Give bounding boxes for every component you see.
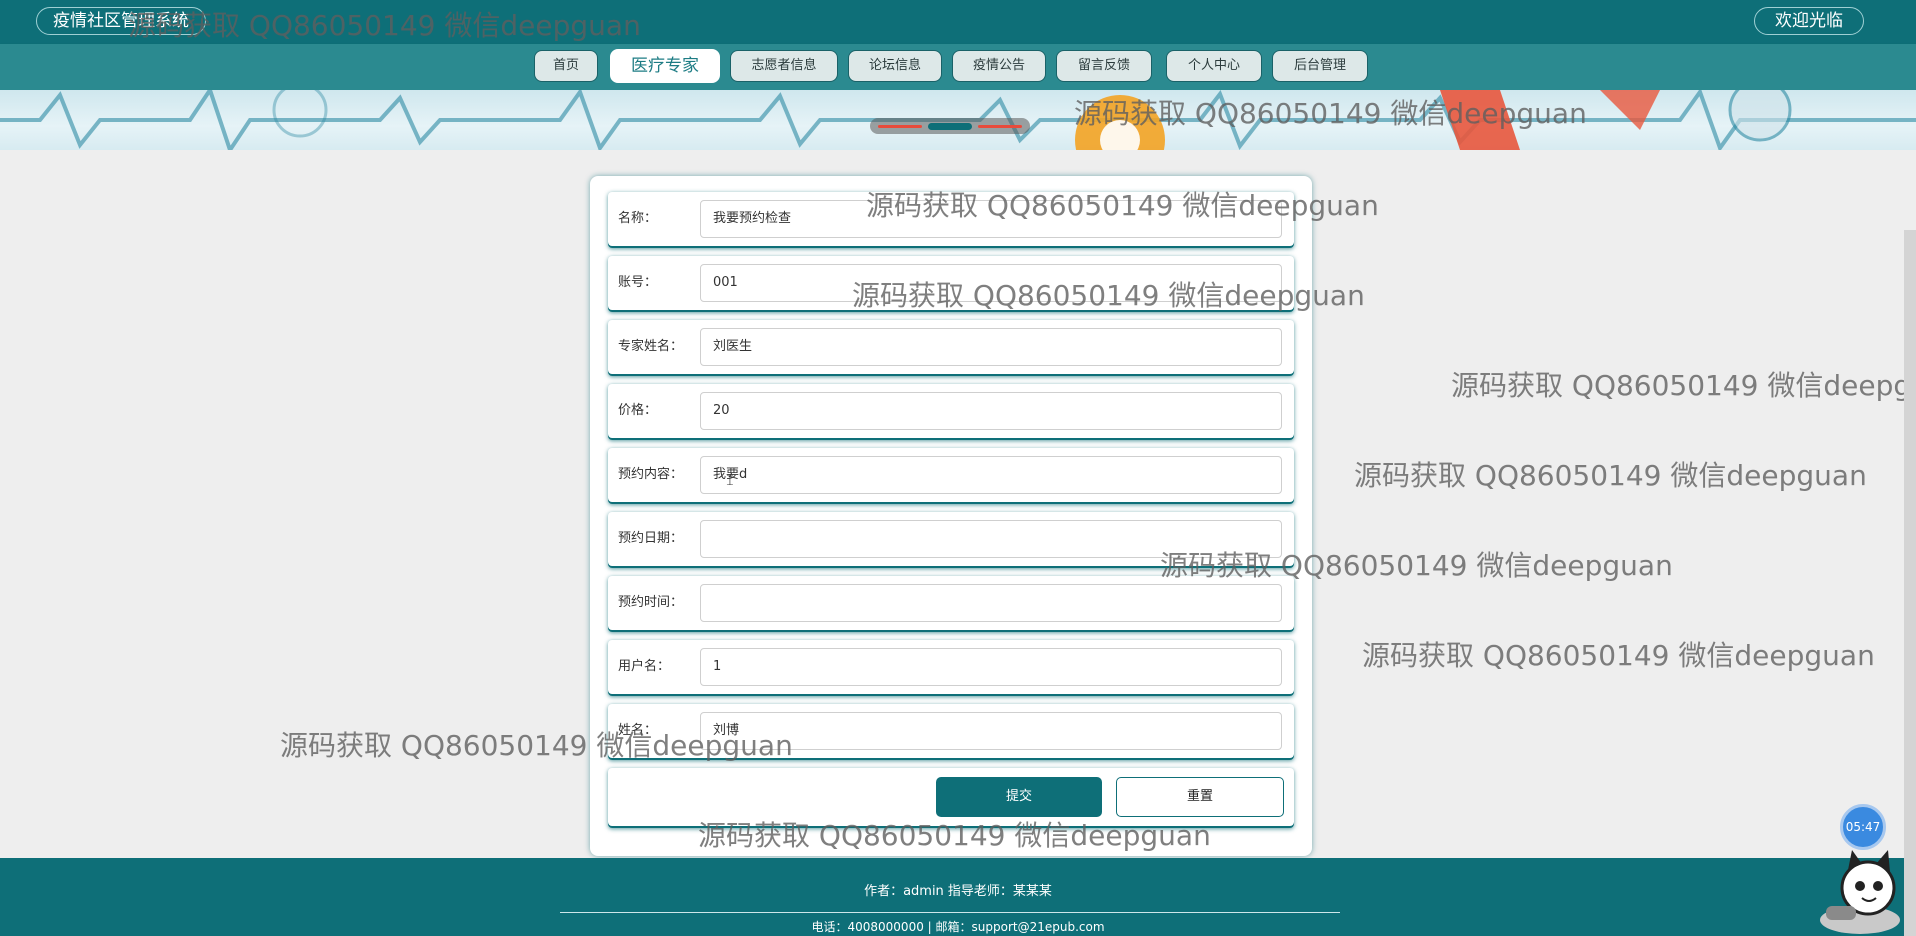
watermark: 源码获取 QQ86050149 微信deepguan	[1160, 549, 1673, 582]
submit-button[interactable]: 提交	[936, 777, 1102, 817]
form-row-price: 价格： 20	[608, 384, 1294, 440]
footer-contact: 电话：4008000000 | 邮箱：support@21epub.com	[811, 920, 1105, 934]
nav-personal-center[interactable]: 个人中心	[1166, 50, 1262, 82]
text-cursor-icon: 𝙸	[725, 473, 735, 489]
field-label: 名称：	[618, 211, 658, 226]
watermark: 源码获取 QQ86050149 微信deepguan	[852, 279, 1365, 312]
appointment-time-input[interactable]	[700, 584, 1282, 622]
carousel-dot-3[interactable]	[978, 125, 1022, 128]
watermark: 源码获取 QQ86050149 微信deepguan	[698, 819, 1211, 852]
field-label: 预约内容：	[618, 467, 684, 482]
nav-feedback[interactable]: 留言反馈	[1056, 50, 1152, 82]
form-row-content: 预约内容： 我要d	[608, 448, 1294, 504]
footer-divider	[560, 912, 1340, 913]
clock-badge: 05:47	[1840, 804, 1886, 850]
watermark: 源码获取 QQ86050149 微信deepguan	[280, 729, 793, 762]
main-nav: 首页 医疗专家 志愿者信息 论坛信息 疫情公告 留言反馈 个人中心 后台管理	[0, 44, 1916, 90]
carousel-dot-1[interactable]	[878, 125, 922, 128]
watermark: 源码获取 QQ86050149 微信deepguan	[128, 9, 641, 42]
footer-author: 作者：admin 指导老师：某某某	[864, 884, 1052, 899]
watermark: 源码获取 QQ86050149 微信deepguan	[866, 189, 1379, 222]
watermark: 源码获取 QQ86050149 微信deepguan	[1451, 369, 1916, 402]
appointment-content-input[interactable]: 我要d	[700, 456, 1282, 494]
page-scrollbar[interactable]	[1904, 230, 1916, 936]
field-label: 预约时间：	[618, 595, 684, 610]
nav-volunteers[interactable]: 志愿者信息	[730, 50, 838, 82]
watermark: 源码获取 QQ86050149 微信deepguan	[1354, 459, 1867, 492]
watermark: 源码获取 QQ86050149 微信deepguan	[1362, 639, 1875, 672]
field-label: 专家姓名：	[618, 339, 684, 354]
carousel-dot-2[interactable]	[928, 123, 972, 130]
field-label: 用户名：	[618, 659, 671, 674]
reset-button[interactable]: 重置	[1116, 777, 1284, 817]
carousel-indicators	[870, 118, 1030, 134]
nav-announcements[interactable]: 疫情公告	[952, 50, 1046, 82]
field-label: 预约日期：	[618, 531, 684, 546]
username-input[interactable]: 1	[700, 648, 1282, 686]
nav-home[interactable]: 首页	[534, 50, 598, 82]
form-row-expert-name: 专家姓名： 刘医生	[608, 320, 1294, 376]
watermark: 源码获取 QQ86050149 微信deepguan	[1074, 97, 1587, 130]
nav-forum[interactable]: 论坛信息	[848, 50, 942, 82]
nav-medical-experts[interactable]: 医疗专家	[610, 49, 720, 83]
welcome-badge: 欢迎光临	[1754, 7, 1864, 35]
cat-mascot-icon	[1820, 850, 1900, 934]
field-label: 账号：	[618, 275, 658, 290]
field-label: 价格：	[618, 403, 658, 418]
price-input[interactable]: 20	[700, 392, 1282, 430]
banner-carousel	[0, 90, 1916, 150]
form-row-username: 用户名： 1	[608, 640, 1294, 696]
expert-name-input[interactable]: 刘医生	[700, 328, 1282, 366]
footer: 作者：admin 指导老师：某某某 电话：4008000000 | 邮箱：sup…	[0, 858, 1916, 936]
form-row-time: 预约时间：	[608, 576, 1294, 632]
nav-admin[interactable]: 后台管理	[1272, 50, 1368, 82]
